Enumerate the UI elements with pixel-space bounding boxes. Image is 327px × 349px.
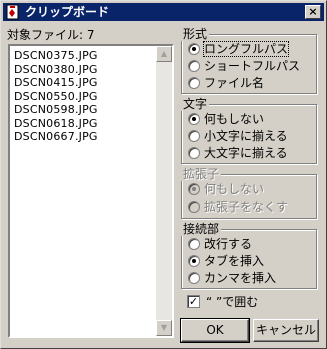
case-option-label: 大文字に揃える	[204, 146, 288, 160]
file-list-item[interactable]: DSCN0598.JPG	[14, 103, 98, 117]
file-list-item[interactable]: DSCN0550.JPG	[14, 90, 98, 104]
file-list[interactable]: DSCN0375.JPG DSCN0380.JPG DSCN0415.JPG D…	[8, 44, 174, 338]
separator-option-label: 改行する	[204, 237, 253, 251]
radio-unchecked-icon[interactable]	[188, 130, 200, 142]
format-option-label: ファイル名	[204, 76, 265, 90]
vertical-scrollbar[interactable]: ▲ ▼	[156, 46, 172, 336]
separator-option-label: カンマを挿入	[204, 271, 277, 285]
quote-checkbox[interactable]: ✓	[187, 295, 200, 308]
scroll-up-arrow-icon[interactable]: ▲	[156, 46, 172, 62]
close-button[interactable]: ×	[305, 5, 321, 19]
ok-button[interactable]: OK	[180, 318, 250, 343]
extension-option-label: 何もしない	[204, 182, 265, 196]
radio-checked-icon[interactable]	[188, 255, 200, 267]
extension-group-title: 拡張子	[181, 167, 222, 181]
radio-unchecked-icon[interactable]	[188, 147, 200, 159]
radio-unchecked-icon[interactable]	[188, 272, 200, 284]
cancel-button[interactable]: キャンセル	[253, 319, 319, 342]
window-title: クリップボード	[25, 5, 110, 19]
extension-group: 拡張子 何もしない 拡張子をなくす	[181, 167, 317, 219]
separator-option-label: タブを挿入	[204, 254, 265, 268]
radio-checked-icon[interactable]	[188, 43, 200, 55]
file-list-item[interactable]: DSCN0618.JPG	[14, 117, 98, 131]
scroll-down-arrow-icon[interactable]: ▼	[156, 320, 172, 336]
title-bar[interactable]: クリップボード ×	[3, 3, 324, 21]
radio-unchecked-icon[interactable]	[188, 60, 200, 72]
file-list-item[interactable]: DSCN0380.JPG	[14, 63, 98, 77]
case-option-label: 何もしない	[204, 112, 265, 126]
file-list-item[interactable]: DSCN0667.JPG	[14, 130, 98, 144]
file-list-item[interactable]: DSCN0375.JPG	[14, 49, 98, 63]
format-group-title: 形式	[181, 27, 210, 41]
clipboard-dialog: クリップボード × 対象ファイル: 7 DSCN0375.JPG DSCN038…	[0, 0, 327, 349]
format-group: 形式 ロングフルパス ショートフルパス ファイル名	[181, 27, 317, 94]
format-option-label: ショートフルパス	[204, 59, 301, 73]
extension-option-label: 拡張子をなくす	[204, 200, 289, 214]
quote-checkbox-label: “ ”で囲む	[206, 295, 259, 309]
file-count-label: 対象ファイル:	[7, 28, 87, 42]
case-group: 文字 何もしない 小文字に揃える 大文字に揃える	[181, 97, 317, 164]
radio-checked-icon	[188, 183, 200, 195]
file-count: 対象ファイル: 7	[7, 28, 95, 42]
separator-group: 接続部 改行する タブを挿入 カンマを挿入	[181, 222, 317, 289]
radio-unchecked-icon	[188, 201, 200, 213]
file-count-value: 7	[86, 28, 95, 42]
radio-unchecked-icon[interactable]	[188, 238, 200, 250]
file-list-item[interactable]: DSCN0415.JPG	[14, 76, 98, 90]
case-option-label: 小文字に揃える	[204, 129, 288, 143]
app-icon	[6, 4, 19, 20]
radio-checked-icon[interactable]	[188, 113, 200, 125]
format-option-label: ロングフルパス	[202, 41, 290, 57]
separator-group-title: 接続部	[181, 222, 222, 236]
case-group-title: 文字	[181, 97, 210, 111]
radio-unchecked-icon[interactable]	[188, 77, 200, 89]
